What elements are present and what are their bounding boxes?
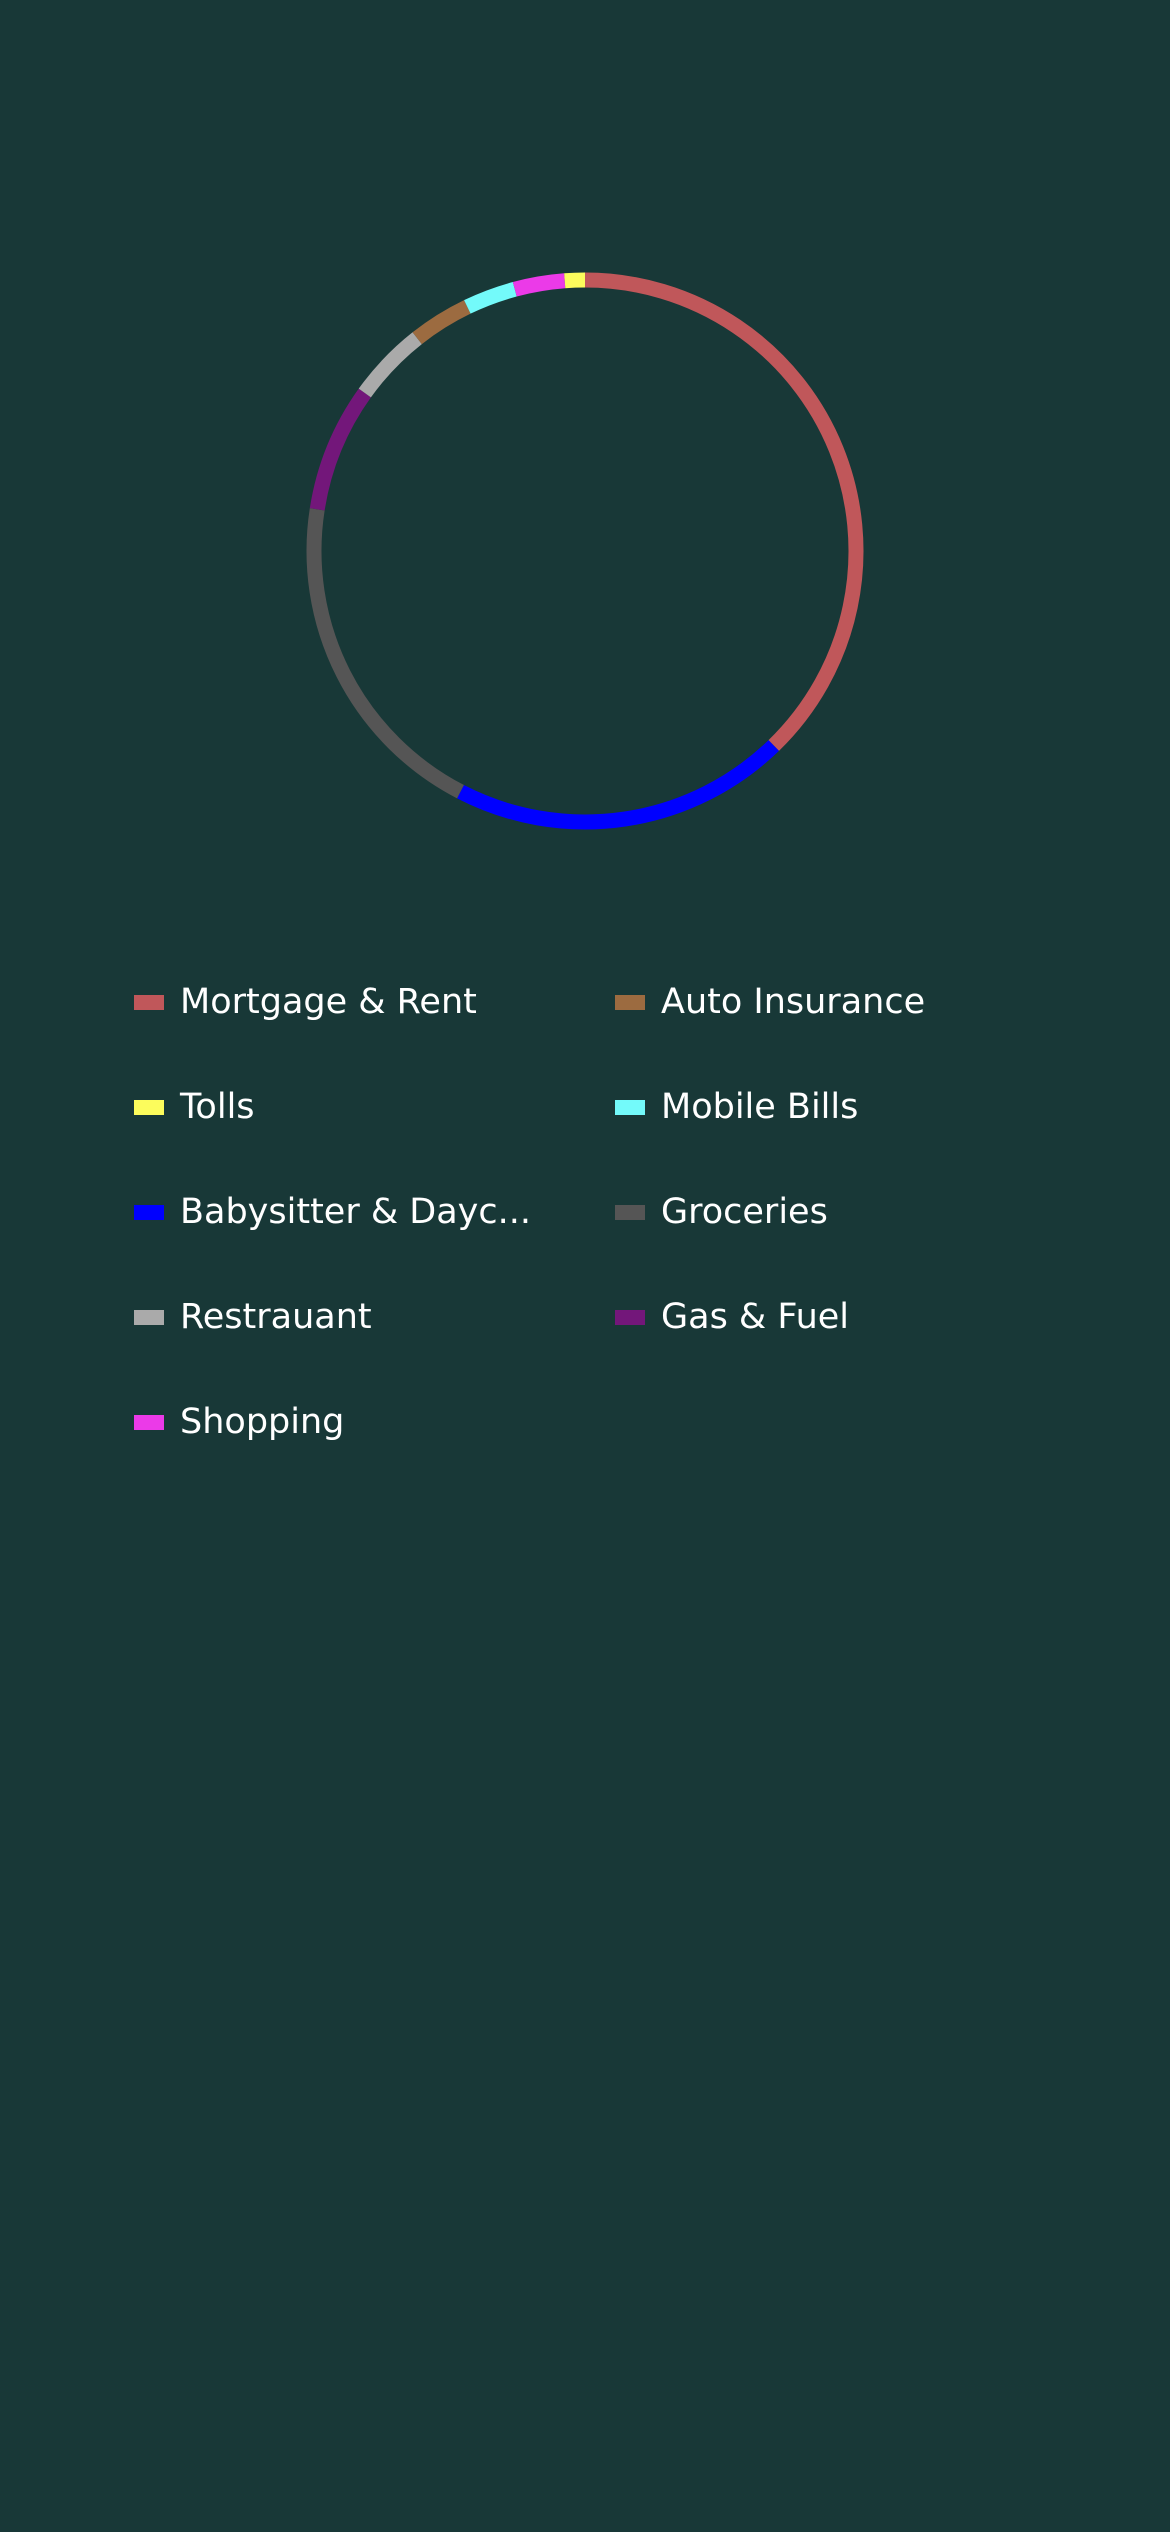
legend-item-restrauant[interactable]: Restrauant: [134, 1287, 615, 1347]
chart-legend: Mortgage & Rent Auto Insurance Tolls Mob…: [134, 972, 1034, 1497]
legend-item-mortgage-rent[interactable]: Mortgage & Rent: [134, 972, 615, 1032]
legend-swatch: [134, 1099, 164, 1115]
legend-item-gas-fuel[interactable]: Gas & Fuel: [615, 1287, 1034, 1347]
donut-slice-auto-insurance[interactable]: [412, 300, 471, 345]
legend-item-auto-insurance[interactable]: Auto Insurance: [615, 972, 1034, 1032]
legend-label: Restrauant: [180, 1297, 372, 1337]
legend-label: Auto Insurance: [661, 982, 926, 1022]
legend-item-groceries[interactable]: Groceries: [615, 1182, 1034, 1242]
donut-slice-babysitter-dayc[interactable]: [457, 740, 779, 830]
legend-item-mobile-bills[interactable]: Mobile Bills: [615, 1077, 1034, 1137]
donut-slice-groceries[interactable]: [306, 508, 464, 799]
legend-swatch: [615, 1099, 645, 1115]
legend-item-tolls[interactable]: Tolls: [134, 1077, 615, 1137]
legend-swatch: [134, 1414, 164, 1430]
screen: Mortgage & Rent Auto Insurance Tolls Mob…: [0, 0, 1170, 2532]
legend-item-shopping[interactable]: Shopping: [134, 1392, 615, 1452]
legend-label: Gas & Fuel: [661, 1297, 850, 1337]
legend-swatch: [615, 994, 645, 1010]
legend-label: Babysitter & Dayc...: [180, 1192, 531, 1232]
legend-swatch: [615, 1204, 645, 1220]
donut-slice-mobile-bills[interactable]: [464, 282, 517, 314]
legend-label: Shopping: [180, 1402, 345, 1442]
legend-label: Mortgage & Rent: [180, 982, 477, 1022]
legend-swatch: [134, 1309, 164, 1325]
donut-slice-shopping[interactable]: [512, 273, 566, 297]
legend-label: Tolls: [180, 1087, 255, 1127]
legend-swatch: [134, 994, 164, 1010]
legend-swatch: [615, 1309, 645, 1325]
donut-slice-restrauant[interactable]: [358, 332, 422, 398]
donut-slice-tolls[interactable]: [564, 272, 586, 289]
donut-chart: [306, 272, 864, 830]
legend-item-babysitter-daycare[interactable]: Babysitter & Dayc...: [134, 1182, 615, 1242]
legend-label: Groceries: [661, 1192, 828, 1232]
legend-swatch: [134, 1204, 164, 1220]
donut-slice-mortgage-rent[interactable]: [584, 272, 864, 751]
legend-label: Mobile Bills: [661, 1087, 859, 1127]
donut-slice-gas-fuel[interactable]: [309, 388, 371, 511]
